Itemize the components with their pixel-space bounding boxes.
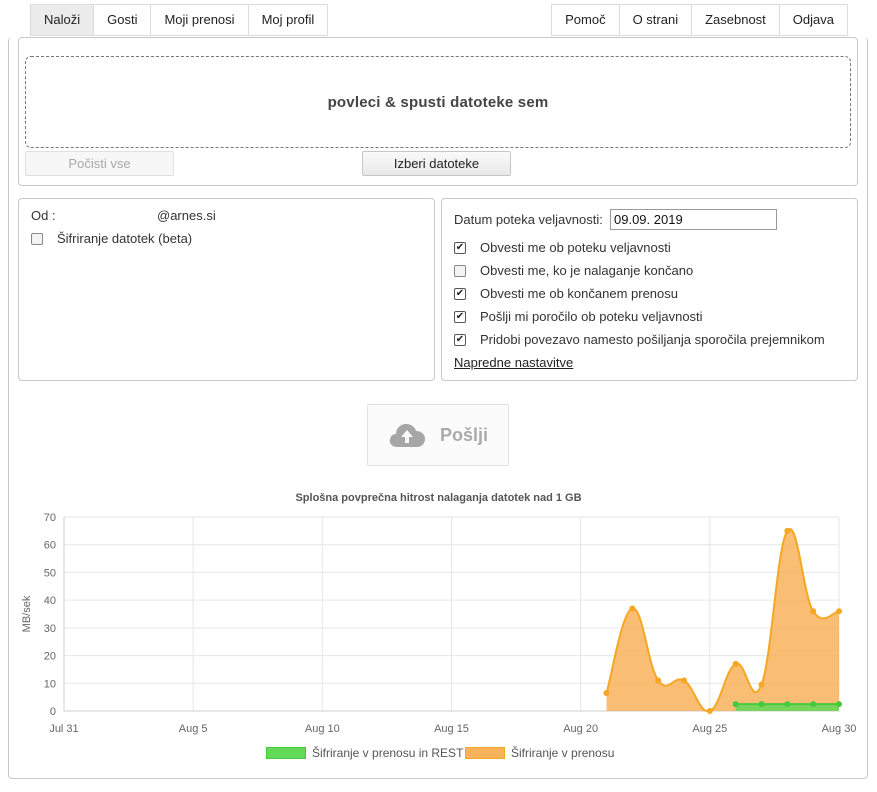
data-point xyxy=(603,689,610,696)
x-tick-label: Aug 25 xyxy=(692,723,727,735)
legend-swatch xyxy=(465,747,505,759)
data-point xyxy=(732,660,739,667)
data-point xyxy=(810,608,817,615)
x-tick-label: Aug 5 xyxy=(179,723,208,735)
y-tick-label: 0 xyxy=(50,706,56,718)
x-tick-label: Aug 10 xyxy=(305,723,340,735)
legend-label: Šifriranje v prenosu xyxy=(511,746,615,760)
data-point xyxy=(732,701,739,708)
upload-speed-chart: 0 10 20 30 40 50 60 70 Jul 31 Aug 5 Aug 10 Aug 15 Au… xyxy=(21,512,857,735)
x-tick-label: Aug 30 xyxy=(822,723,857,735)
data-point xyxy=(784,527,791,534)
x-tick-label: Aug 15 xyxy=(434,723,469,735)
data-point xyxy=(784,701,791,708)
y-tick-label: 30 xyxy=(44,623,56,635)
y-tick-label: 40 xyxy=(44,595,56,607)
legend-label: Šifriranje v prenosu in REST xyxy=(312,746,464,760)
data-point xyxy=(836,608,842,615)
x-tick-label: Jul 31 xyxy=(49,723,78,735)
data-point xyxy=(706,708,713,714)
data-point xyxy=(655,677,662,684)
y-tick-label: 50 xyxy=(44,567,56,579)
x-tick-label: Aug 20 xyxy=(563,723,598,735)
legend-item[interactable]: Šifriranje v prenosu xyxy=(465,746,614,760)
y-tick-label: 70 xyxy=(44,512,56,524)
y-axis-label: MB/sek xyxy=(21,595,33,632)
data-point xyxy=(758,701,765,708)
data-point xyxy=(758,681,765,688)
data-point xyxy=(810,701,817,708)
y-tick-label: 10 xyxy=(44,678,56,690)
legend-item[interactable]: Šifriranje v prenosu in REST xyxy=(266,746,463,760)
data-point xyxy=(836,701,842,708)
data-point xyxy=(629,605,636,612)
data-point xyxy=(681,677,687,684)
y-tick-label: 20 xyxy=(44,651,56,663)
legend-swatch xyxy=(266,747,306,759)
y-tick-label: 60 xyxy=(44,540,56,552)
